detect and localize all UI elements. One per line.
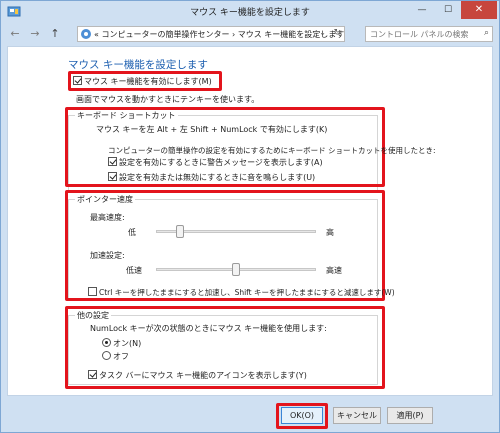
radio-icon[interactable]: [102, 338, 111, 347]
numlock-on-label: オン(N): [113, 339, 142, 348]
checkbox-icon[interactable]: [88, 370, 97, 379]
taskbar-icon-label: タスク バーにマウス キー機能のアイコンを表示します(Y): [99, 371, 307, 380]
numlock-description: NumLock キーが次の状態のときにマウス キー機能を使用します:: [90, 324, 327, 333]
ctrl-shift-label: Ctrl キーを押したままにすると加速し、Shift キーを押したままにすると減…: [99, 288, 395, 297]
page-title: マウス キー機能を設定します: [68, 59, 208, 71]
sound-label: 設定を有効または無効にするときに音を鳴らします(U): [119, 173, 316, 182]
up-arrow-icon[interactable]: ↑: [47, 26, 63, 42]
control-panel-icon: [81, 29, 91, 39]
breadcrumb-item-ease-of-access[interactable]: コンピューターの簡単操作センター: [101, 30, 229, 39]
enable-description: 画面でマウスを動かすときにテンキーを使います。: [76, 95, 260, 104]
chevron-down-icon[interactable]: ⌄: [319, 28, 326, 37]
enable-mouse-keys-label: マウス キー機能を有効にします(M): [84, 77, 212, 86]
breadcrumb-item-mouse-keys[interactable]: マウス キー機能を設定します: [238, 30, 345, 39]
ok-button[interactable]: OK(O): [281, 407, 323, 424]
acceleration-slider-thumb[interactable]: [232, 263, 240, 276]
minimize-button[interactable]: —: [409, 1, 435, 19]
top-speed-label: 最高速度:: [90, 213, 125, 222]
top-speed-slider-thumb[interactable]: [176, 225, 184, 238]
breadcrumb-separator: ›: [232, 30, 236, 39]
search-input[interactable]: [366, 27, 476, 41]
checkbox-icon[interactable]: [108, 172, 117, 181]
breadcrumb-overflow[interactable]: «: [94, 30, 99, 39]
content-pane: マウス キー機能を設定します マウス キー機能を有効にします(M) 画面でマウス…: [7, 46, 493, 396]
checkbox-icon[interactable]: [88, 287, 97, 296]
sound-checkbox[interactable]: 設定を有効または無効にするときに音を鳴らします(U): [108, 172, 315, 183]
address-bar[interactable]: « コンピューターの簡単操作センター › マウス キー機能を設定します ⌄ ↻: [77, 26, 345, 42]
cancel-button[interactable]: キャンセル: [333, 407, 381, 424]
highlight-box: [65, 190, 385, 301]
breadcrumb: « コンピューターの簡単操作センター › マウス キー機能を設定します: [94, 29, 344, 40]
warning-checkbox[interactable]: 設定を有効にするときに警告メッセージを表示します(A): [108, 157, 323, 168]
navigation-bar: ← → ↑ « コンピューターの簡単操作センター › マウス キー機能を設定しま…: [1, 23, 499, 45]
radio-icon[interactable]: [102, 351, 111, 360]
numlock-on-radio[interactable]: オン(N): [102, 338, 141, 349]
acceleration-low-label: 低速: [126, 266, 142, 275]
numlock-off-label: オフ: [113, 352, 129, 361]
taskbar-icon-checkbox[interactable]: タスク バーにマウス キー機能のアイコンを表示します(Y): [88, 370, 307, 381]
acceleration-label: 加速設定:: [90, 251, 125, 260]
checkbox-icon[interactable]: [73, 76, 82, 85]
back-arrow-icon[interactable]: ←: [7, 26, 23, 42]
ctrl-shift-checkbox[interactable]: Ctrl キーを押したままにすると加速し、Shift キーを押したままにすると減…: [88, 287, 395, 298]
acceleration-high-label: 高速: [326, 266, 342, 275]
top-speed-high-label: 高: [326, 228, 334, 237]
enable-mouse-keys-checkbox[interactable]: マウス キー機能を有効にします(M): [73, 76, 212, 87]
forward-arrow-icon[interactable]: →: [27, 26, 43, 42]
search-icon[interactable]: ⌕: [484, 28, 489, 38]
title-bar: マウス キー機能を設定します — ☐ ✕: [1, 1, 499, 23]
dialog-window: マウス キー機能を設定します — ☐ ✕ ← → ↑ « コンピューターの簡単操…: [0, 0, 500, 433]
maximize-button[interactable]: ☐: [435, 1, 461, 19]
top-speed-low-label: 低: [128, 228, 136, 237]
warning-label: 設定を有効にするときに警告メッセージを表示します(A): [119, 158, 323, 167]
checkbox-icon[interactable]: [108, 157, 117, 166]
shortcut-description[interactable]: マウス キーを左 Alt + 左 Shift + NumLock で有効にします…: [96, 124, 327, 135]
apply-button[interactable]: 適用(P): [387, 407, 433, 424]
numlock-off-radio[interactable]: オフ: [102, 351, 129, 362]
refresh-icon[interactable]: ↻: [333, 28, 341, 38]
shortcut-intro: コンピューターの簡単操作の設定を有効にするためにキーボード ショートカットを使用…: [108, 146, 436, 155]
close-button[interactable]: ✕: [461, 1, 497, 19]
search-box[interactable]: ⌕: [365, 26, 493, 42]
